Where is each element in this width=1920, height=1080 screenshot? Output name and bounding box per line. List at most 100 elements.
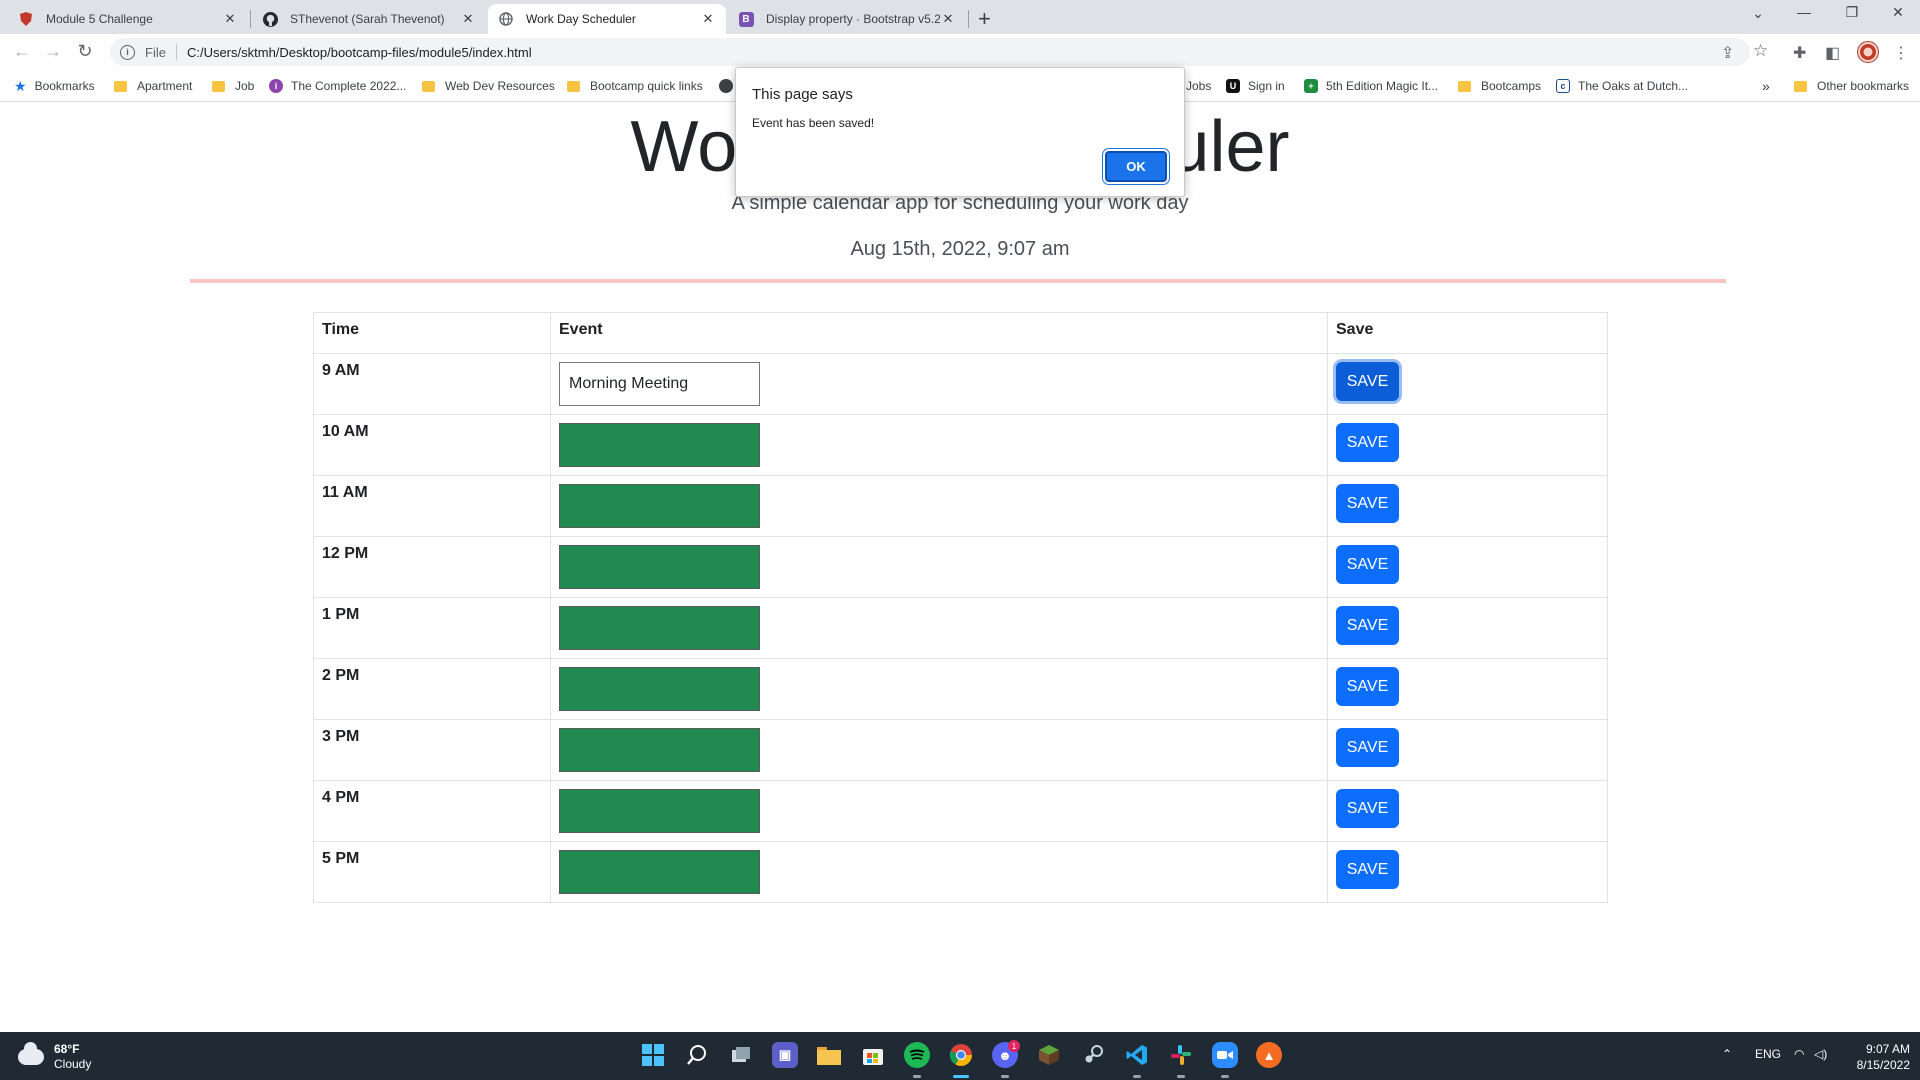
bookmark-bootcamps[interactable]: Bootcamps [1458,76,1541,96]
search-icon[interactable] [684,1042,710,1068]
close-tab-icon[interactable]: ✕ [700,11,716,27]
bootstrap-favicon-icon: B [738,11,754,27]
address-bar[interactable]: i File C:/Users/sktmh/Desktop/bootcamp-f… [110,38,1750,66]
close-window-button[interactable]: ✕ [1886,4,1910,21]
reload-icon[interactable]: ↻ [75,42,95,60]
microsoft-store-icon[interactable] [860,1042,886,1068]
tab-work-day-scheduler[interactable]: Work Day Scheduler ✕ [488,4,726,34]
kebab-menu-icon[interactable]: ⋮ [1893,43,1909,63]
side-panel-icon[interactable]: ◧ [1825,43,1840,63]
event-textarea[interactable] [559,789,760,833]
time-cell: 1 PM [313,597,551,659]
dialog-message: Event has been saved! [752,116,875,130]
event-textarea[interactable] [559,484,760,528]
speaker-icon[interactable]: ◁) [1814,1047,1827,1061]
time-cell: 10 AM [313,414,551,476]
bookmark-sign-in[interactable]: U Sign in [1226,76,1285,96]
teams-chat-icon[interactable]: ▣ [772,1042,798,1068]
close-tab-icon[interactable]: ✕ [222,11,238,27]
save-button[interactable]: SAVE [1336,728,1399,767]
save-button[interactable]: SAVE [1336,484,1399,523]
event-textarea[interactable] [559,606,760,650]
bookmark-label: The Oaks at Dutch... [1578,79,1689,93]
steam-icon[interactable] [1080,1042,1106,1068]
bookmark-bookmarks[interactable]: ★ Bookmarks [14,76,95,96]
current-date-time: Aug 15th, 2022, 9:07 am [850,238,1070,260]
clock-date: 8/15/2022 [1856,1058,1910,1072]
chevron-down-icon[interactable]: ⌄ [1746,5,1770,22]
bookmark-label: Sign in [1248,79,1285,93]
bookmark-apartment[interactable]: Apartment [114,76,192,96]
save-button[interactable]: SAVE [1336,362,1399,401]
restore-button[interactable]: ❐ [1840,4,1864,21]
bookmark-5th-edition[interactable]: +5th Edition Magic It... [1304,76,1438,96]
tab-github[interactable]: SThevenot (Sarah Thevenot) ✕ [252,4,486,34]
wifi-icon[interactable]: ◠ [1794,1047,1804,1061]
folder-icon [422,80,435,92]
bookmark-jobs[interactable]: Jobs [1186,76,1211,96]
bookmark-star-icon[interactable]: ☆ [1753,41,1768,61]
event-textarea[interactable] [559,728,760,772]
save-button[interactable]: SAVE [1336,423,1399,462]
tab-module-5-challenge[interactable]: Module 5 Challenge ✕ [8,4,248,34]
chrome-icon[interactable] [948,1042,974,1068]
file-explorer-icon[interactable] [816,1042,842,1068]
task-view-icon[interactable] [728,1042,754,1068]
weather-widget[interactable]: 68°F Cloudy [18,1042,91,1072]
bookmark-oaks-at-dutch[interactable]: c The Oaks at Dutch... [1556,76,1688,96]
zoom-icon[interactable] [1212,1042,1238,1068]
minimize-button[interactable]: — [1792,4,1816,20]
event-cell [550,597,1328,659]
bookmark-web-dev-resources[interactable]: Web Dev Resources [422,76,555,96]
event-cell: Morning Meeting [550,353,1328,415]
tab-bootstrap-display[interactable]: B Display property · Bootstrap v5.2 ✕ [728,4,966,34]
spotify-icon[interactable] [904,1042,930,1068]
system-clock[interactable]: 9:07 AM 8/15/2022 [1840,1041,1910,1073]
bookmark-bootcamp-quick-links[interactable]: Bootcamp quick links [567,76,703,96]
zoom-running-indicator [1221,1075,1229,1078]
bookmark-other-bookmarks[interactable]: Other bookmarks [1794,76,1909,96]
back-arrow-icon[interactable]: ← [12,42,32,60]
share-icon[interactable]: ⇪ [1721,43,1734,63]
globe-favicon-icon [498,11,514,27]
new-tab-button[interactable]: + [978,6,991,32]
browser-toolbar: ← → ↻ i File C:/Users/sktmh/Desktop/boot… [0,34,1920,70]
event-textarea[interactable] [559,850,760,894]
save-button[interactable]: SAVE [1336,667,1399,706]
slack-icon[interactable] [1168,1042,1194,1068]
avast-icon[interactable]: ▲ [1256,1042,1282,1068]
close-tab-icon[interactable]: ✕ [460,11,476,27]
event-textarea[interactable]: Morning Meeting [559,362,760,406]
language-indicator[interactable]: ENG [1755,1047,1781,1061]
url-text[interactable]: C:/Users/sktmh/Desktop/bootcamp-files/mo… [187,45,532,60]
cloud-icon [18,1042,44,1065]
close-tab-icon[interactable]: ✕ [940,11,956,27]
bookmarks-overflow-button[interactable]: » [1762,76,1770,96]
save-button[interactable]: SAVE [1336,606,1399,645]
github-favicon-icon [262,11,278,27]
save-button[interactable]: SAVE [1336,545,1399,584]
windows-start-icon[interactable] [640,1042,666,1068]
schedule-table: Time Event Save 9 AM Morning Meeting SAVE 1… [313,312,1608,903]
tab-divider [968,10,969,28]
profile-avatar[interactable] [1857,41,1879,63]
extensions-puzzle-icon[interactable]: ✚ [1793,43,1806,63]
show-hidden-icons-chevron-icon[interactable]: ⌃ [1722,1047,1732,1061]
save-cell: SAVE [1327,536,1608,598]
event-textarea[interactable] [559,545,760,589]
minecraft-icon[interactable] [1036,1042,1062,1068]
event-textarea[interactable] [559,667,760,711]
save-button[interactable]: SAVE [1336,850,1399,889]
event-textarea[interactable] [559,423,760,467]
star-icon: ★ [14,77,27,94]
spotify-running-indicator [913,1075,921,1078]
bookmark-complete-2022[interactable]: i The Complete 2022... [269,76,406,96]
save-button[interactable]: SAVE [1336,789,1399,828]
course-favicon-icon: i [269,79,283,93]
dialog-ok-button[interactable]: OK [1105,151,1167,182]
vs-code-icon[interactable] [1124,1042,1150,1068]
bookmark-job[interactable]: Job [212,76,254,96]
info-icon[interactable]: i [120,44,135,60]
table-row: 11 AM SAVE [313,475,1608,537]
forward-arrow-icon[interactable]: → [43,42,63,60]
